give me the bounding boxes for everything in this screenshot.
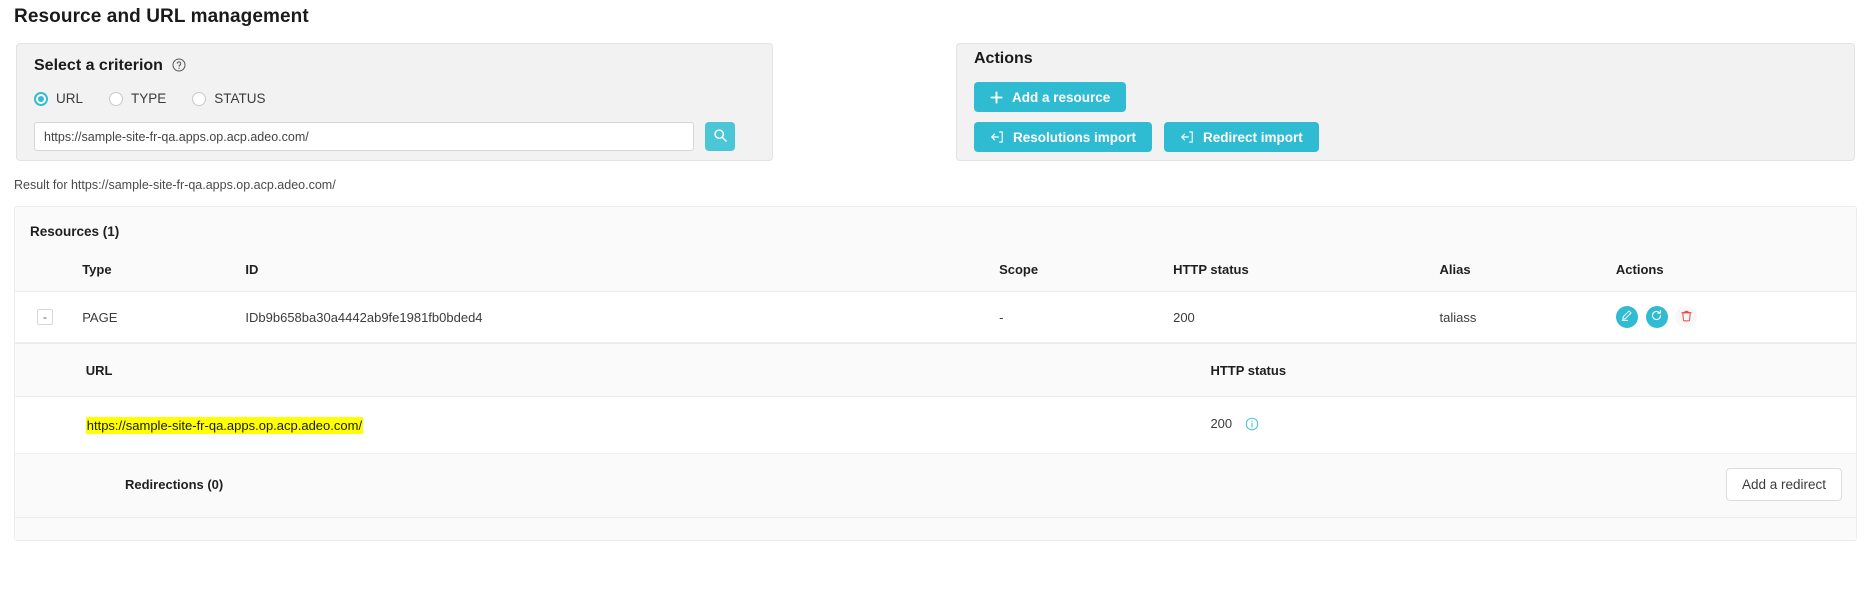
radio-dot-url [34, 91, 48, 106]
radio-label-url: URL [56, 91, 84, 106]
radio-status[interactable]: STATUS [192, 91, 266, 106]
redirections-bar: Redirections (0) Add a redirect [15, 454, 1856, 518]
table-row: https://sample-site-fr-qa.apps.op.acp.ad… [15, 396, 1856, 454]
sub-cell-http-status: 200 [1210, 396, 1856, 454]
resources-results-card: Resources (1) Type ID Scope HTTP status … [14, 206, 1857, 541]
search-row [34, 122, 735, 151]
select-criterion-heading: Select a criterion [34, 57, 186, 75]
refresh-icon [1650, 309, 1663, 325]
sub-http-status-value: 200 [1210, 416, 1233, 431]
table-row: - PAGE IDb9b658ba30a4442ab9fe1981fb0bded… [15, 291, 1856, 343]
urls-table-header-row: URL HTTP status [15, 344, 1856, 397]
col-id: ID [245, 262, 1000, 292]
actions-panel: Actions Add a resource Resolutions impor… [956, 43, 1855, 161]
result-for-text: Result for https://sample-site-fr-qa.app… [14, 178, 336, 192]
col-http-status: HTTP status [1173, 262, 1440, 292]
sub-cell-url: https://sample-site-fr-qa.apps.op.acp.ad… [85, 396, 1211, 454]
actions-button-group: Add a resource Resolutions import Redire… [974, 82, 1319, 152]
cell-type: PAGE [82, 291, 246, 343]
page-title: Resource and URL management [14, 6, 309, 27]
redirections-label: Redirections (0) [125, 477, 224, 492]
col-actions: Actions [1615, 262, 1856, 292]
radio-type[interactable]: TYPE [109, 91, 166, 106]
col-toggle [15, 262, 83, 292]
col-type: Type [82, 262, 246, 292]
redirect-import-button[interactable]: Redirect import [1164, 122, 1319, 152]
row-toggle-cell: - [15, 291, 83, 343]
radio-dot-status [192, 91, 207, 106]
resolutions-import-button[interactable]: Resolutions import [974, 122, 1153, 152]
resource-url-management-page: Resource and URL management Select a cri… [0, 0, 1871, 611]
sub-col-http-status: HTTP status [1210, 344, 1856, 397]
help-circle-icon[interactable] [172, 58, 186, 72]
cell-scope: - [999, 291, 1174, 343]
import-icon [990, 130, 1004, 144]
resolutions-import-label: Resolutions import [1013, 129, 1137, 145]
add-a-resource-button[interactable]: Add a resource [974, 82, 1127, 112]
radio-label-type: TYPE [131, 91, 167, 106]
sub-cell-spacer [15, 396, 86, 454]
refresh-resource-button[interactable] [1645, 306, 1668, 328]
sub-col-spacer [15, 344, 86, 397]
add-a-resource-label: Add a resource [1012, 89, 1111, 105]
radio-dot-type [109, 91, 124, 106]
url-highlighted-text[interactable]: https://sample-site-fr-qa.apps.op.acp.ad… [85, 416, 364, 434]
sub-col-url: URL [85, 344, 1211, 397]
select-criterion-label: Select a criterion [34, 57, 163, 74]
redirect-import-label: Redirect import [1203, 129, 1303, 145]
resources-table-header-row: Type ID Scope HTTP status Alias Actions [15, 262, 1856, 292]
delete-icon [1680, 309, 1693, 325]
delete-resource-button[interactable] [1675, 306, 1698, 328]
search-button[interactable] [705, 122, 735, 151]
actions-heading: Actions [974, 50, 1033, 67]
urls-subtable-wrapper: URL HTTP status https://sample-site-fr-q… [15, 343, 1856, 540]
criterion-radio-group[interactable]: URL TYPE STATUS [34, 91, 292, 106]
search-input[interactable] [34, 122, 694, 151]
collapse-row-toggle[interactable]: - [37, 309, 53, 325]
cell-id: IDb9b658ba30a4442ab9fe1981fb0bded4 [245, 291, 1000, 343]
search-icon [713, 128, 728, 146]
import-icon [1180, 130, 1194, 144]
cell-actions [1615, 291, 1856, 343]
col-scope: Scope [999, 262, 1174, 292]
plus-icon [990, 90, 1003, 104]
resources-count-title: Resources (1) [30, 224, 120, 239]
resources-table: Type ID Scope HTTP status Alias Actions … [15, 262, 1856, 343]
redirections-footer-spacer [15, 518, 1856, 540]
info-circle-icon[interactable] [1245, 417, 1259, 434]
radio-label-status: STATUS [214, 91, 266, 106]
add-a-redirect-button[interactable]: Add a redirect [1725, 468, 1842, 501]
cell-http-status: 200 [1173, 291, 1440, 343]
col-alias: Alias [1439, 262, 1616, 292]
select-criterion-panel: Select a criterion URL TYPE STATUS [16, 43, 773, 161]
radio-url[interactable]: URL [34, 91, 83, 106]
edit-resource-button[interactable] [1615, 306, 1638, 328]
edit-icon [1620, 309, 1633, 325]
cell-alias: taliass [1439, 291, 1616, 343]
urls-table: URL HTTP status https://sample-site-fr-q… [15, 344, 1856, 454]
